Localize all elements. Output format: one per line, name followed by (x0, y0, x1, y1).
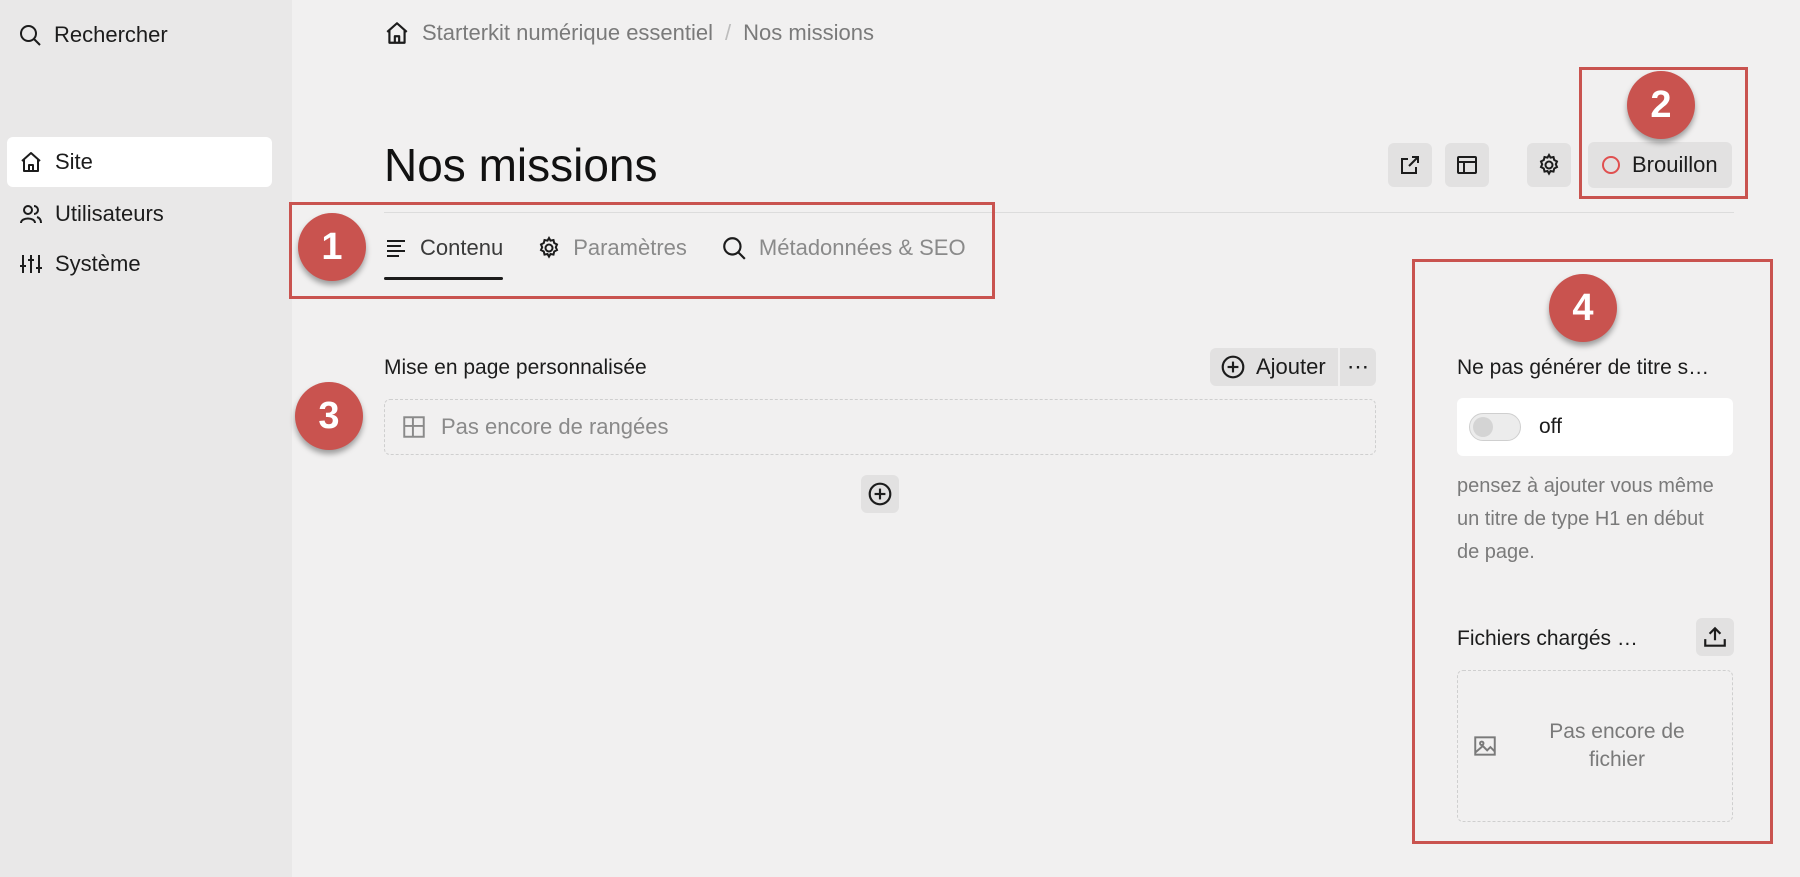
breadcrumb: Starterkit numérique essentiel / Nos mis… (384, 20, 874, 46)
annotation-badge-4: 4 (1549, 274, 1617, 342)
plus-circle-icon (867, 481, 893, 507)
annotation-badge-2: 2 (1627, 71, 1695, 139)
plus-circle-icon (1220, 354, 1246, 380)
add-label: Ajouter (1256, 354, 1326, 379)
annotation-box-side-panel (1412, 259, 1773, 844)
sidebar: Rechercher Site Utilisateurs Système (0, 0, 292, 877)
sliders-icon (19, 252, 43, 276)
sidebar-item-utilisateurs[interactable]: Utilisateurs (7, 189, 272, 239)
add-row-button[interactable]: Ajouter (1210, 348, 1338, 386)
annotation-badge-1: 1 (298, 213, 366, 281)
page-settings-button[interactable] (1527, 143, 1571, 187)
breadcrumb-current: Nos missions (743, 20, 874, 45)
users-icon (19, 202, 43, 226)
search-label: Rechercher (54, 22, 168, 47)
sidebar-item-label: Utilisateurs (55, 201, 164, 226)
search-icon (18, 23, 42, 47)
annotation-badge-3: 3 (295, 382, 363, 450)
preview-button[interactable] (1445, 143, 1489, 187)
search-button[interactable]: Rechercher (18, 22, 168, 48)
sidebar-item-label: Système (55, 251, 141, 276)
open-external-button[interactable] (1388, 143, 1432, 187)
more-icon: ⋯ (1347, 354, 1369, 379)
sidebar-item-site[interactable]: Site (7, 137, 272, 187)
layout-grid-icon (401, 414, 427, 440)
sidebar-item-label: Site (55, 149, 93, 174)
home-icon[interactable] (384, 20, 410, 46)
breadcrumb-separator: / (725, 20, 732, 45)
breadcrumb-root-link[interactable]: Starterkit numérique essentiel (422, 20, 713, 46)
more-options-button[interactable]: ⋯ (1340, 348, 1376, 386)
insert-row-button[interactable] (861, 475, 899, 513)
empty-rows-text: Pas encore de rangées (441, 414, 669, 439)
annotation-box-tabs (289, 202, 995, 299)
home-icon (19, 150, 43, 174)
external-link-icon (1398, 153, 1422, 177)
sidebar-item-systeme[interactable]: Système (7, 239, 272, 289)
empty-rows-placeholder: Pas encore de rangées (384, 399, 1376, 455)
gear-icon (1537, 153, 1561, 177)
page-title: Nos missions (384, 139, 658, 191)
browser-window-icon (1455, 153, 1479, 177)
layout-section-label: Mise en page personnalisée (384, 356, 647, 379)
